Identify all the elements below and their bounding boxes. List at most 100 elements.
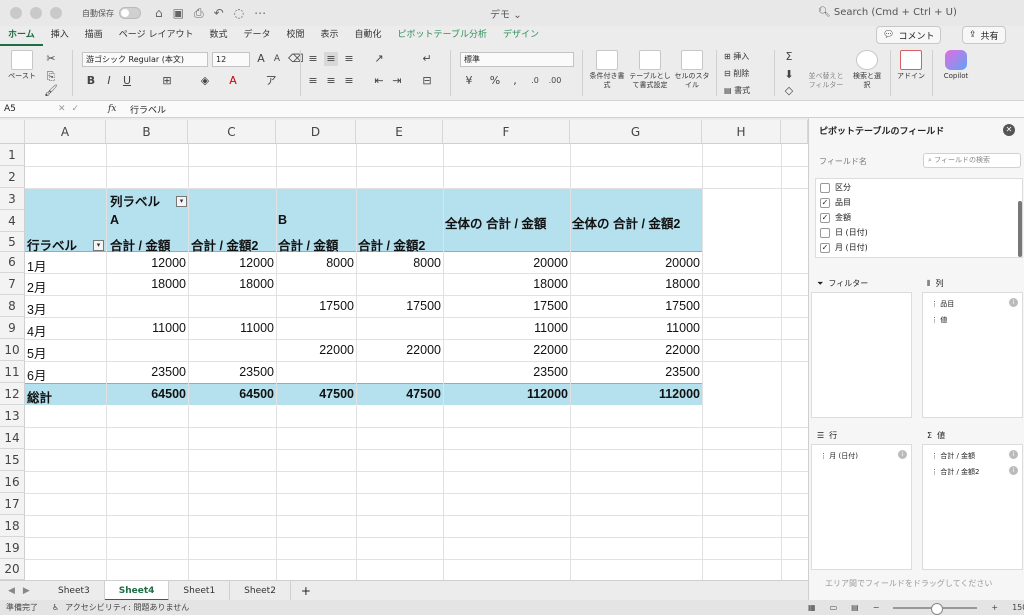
tab-automate[interactable]: 自動化 xyxy=(347,26,390,46)
find-select-button[interactable]: 検索と選択 xyxy=(850,50,884,90)
field-item[interactable]: ✓ 金額 xyxy=(820,212,851,223)
close-icon[interactable]: ✕ xyxy=(1003,124,1015,136)
zoom-level[interactable]: 150% xyxy=(1012,603,1024,612)
value-cell[interactable]: 22000 xyxy=(570,343,700,357)
confirm-icon[interactable]: ✓ xyxy=(72,104,80,114)
value-cell[interactable]: 22000 xyxy=(443,343,568,357)
comment-button[interactable]: 💬︎ コメント xyxy=(876,26,942,44)
value-cell[interactable]: 20000 xyxy=(443,256,568,270)
value-cell[interactable]: 17500 xyxy=(356,299,441,313)
format-painter-icon[interactable]: 🖌︎ xyxy=(44,84,58,98)
chevron-down-icon[interactable]: ⌄ xyxy=(513,10,521,21)
save-icon[interactable]: ▣ xyxy=(173,6,184,21)
values-chip[interactable]: ⋮ 合計 / 金額 xyxy=(931,451,975,461)
add-sheet-button[interactable]: + xyxy=(291,584,321,598)
share-button[interactable]: ⇪ 共有 xyxy=(962,26,1006,44)
fill-color-icon[interactable]: ◈ xyxy=(198,74,212,88)
page-layout-icon[interactable]: ▭ xyxy=(830,603,838,612)
filter-drop-area[interactable] xyxy=(811,292,912,418)
accounting-icon[interactable]: ¥ xyxy=(462,74,476,88)
value-cell[interactable]: 8000 xyxy=(356,256,441,270)
field-checkbox[interactable]: ✓ xyxy=(820,242,830,253)
field-item[interactable]: 区分 xyxy=(820,182,851,193)
wrap-text-icon[interactable]: ↵ xyxy=(420,52,434,66)
column-header-h[interactable]: H xyxy=(702,120,781,144)
value-cell[interactable]: 17500 xyxy=(276,299,354,313)
border-icon[interactable]: ⊞ xyxy=(160,74,174,88)
field-item[interactable]: 日 (日付) xyxy=(820,227,868,238)
number-format-select[interactable]: 標準 xyxy=(460,52,574,67)
columns-chip[interactable]: ⋮ 品目 xyxy=(931,299,954,309)
format-cells-button[interactable]: ▤ 書式 xyxy=(724,85,750,96)
accessibility-status[interactable]: アクセシビリティ: 問題ありません xyxy=(65,602,189,613)
addin-button[interactable]: アドイン xyxy=(896,50,926,81)
next-sheet-icon[interactable]: ▶ xyxy=(23,586,30,596)
decrease-font-icon[interactable]: A xyxy=(270,52,284,66)
row-filter-dropdown-icon[interactable]: ▾ xyxy=(93,240,104,251)
zoom-slider[interactable] xyxy=(893,602,978,615)
value-cell[interactable]: 11000 xyxy=(106,321,186,335)
row-label[interactable]: 3月 xyxy=(27,299,46,318)
row-header-8[interactable]: 8 xyxy=(0,295,25,317)
row-label[interactable]: 2月 xyxy=(27,277,46,296)
row-header-3[interactable]: 3 xyxy=(0,188,25,210)
tab-draw[interactable]: 描画 xyxy=(77,26,111,46)
tab-insert[interactable]: 挿入 xyxy=(43,26,77,46)
column-header-d[interactable]: D xyxy=(276,120,356,144)
row-header-4[interactable]: 4 xyxy=(0,210,25,232)
select-all-corner[interactable] xyxy=(0,120,25,144)
name-box[interactable]: A5 xyxy=(0,104,58,114)
home-icon[interactable]: ⌂ xyxy=(155,6,163,21)
field-checkbox[interactable]: ✓ xyxy=(820,197,830,208)
align-middle-icon[interactable]: ≡ xyxy=(324,52,338,66)
font-size-select[interactable]: 12 xyxy=(212,52,250,67)
increase-decimal-icon[interactable]: .0 xyxy=(528,74,542,88)
field-list-scrollbar[interactable] xyxy=(1018,201,1022,257)
sheet-tab-sheet4[interactable]: Sheet4 xyxy=(104,580,170,601)
value-cell[interactable]: 12000 xyxy=(188,256,274,270)
value-cell[interactable]: 22000 xyxy=(356,343,441,357)
comma-icon[interactable]: , xyxy=(508,74,522,88)
conditional-format-button[interactable]: 条件付き書式 xyxy=(588,50,626,90)
value-cell[interactable]: 18000 xyxy=(106,277,186,291)
copy-icon[interactable]: ⎘ xyxy=(44,70,58,84)
tab-design[interactable]: デザイン xyxy=(495,26,547,46)
pivot-row-labels[interactable]: 行ラベル xyxy=(27,235,77,254)
row-header-7[interactable]: 7 xyxy=(0,273,25,295)
tab-review[interactable]: 校閲 xyxy=(278,26,312,46)
clear-icon[interactable]: ◇ xyxy=(782,84,796,98)
prev-sheet-icon[interactable]: ◀ xyxy=(8,586,15,596)
field-item[interactable]: ✓ 月 (日付) xyxy=(820,242,868,253)
sheet-tab-sheet3[interactable]: Sheet3 xyxy=(44,580,105,601)
row-header-9[interactable]: 9 xyxy=(0,317,25,339)
underline-icon[interactable]: U xyxy=(120,74,134,88)
accessibility-icon[interactable]: ♿︎ xyxy=(52,603,59,612)
merge-icon[interactable]: ⊟ xyxy=(420,74,434,88)
tab-formulas[interactable]: 数式 xyxy=(201,26,235,46)
columns-chip[interactable]: ⋮ 値 xyxy=(931,315,947,325)
print-icon[interactable]: ⎙ xyxy=(194,6,204,21)
copilot-button[interactable]: Copilot xyxy=(938,50,974,81)
row-header-1[interactable]: 1 xyxy=(0,144,25,166)
cancel-icon[interactable]: ✕ xyxy=(58,104,66,114)
column-header-a[interactable]: A xyxy=(25,120,106,144)
row-header-16[interactable]: 16 xyxy=(0,471,25,493)
value-cell[interactable]: 23500 xyxy=(106,365,186,379)
tab-page-layout[interactable]: ページ レイアウト xyxy=(111,26,202,46)
sheet-tab-sheet2[interactable]: Sheet2 xyxy=(230,580,291,601)
total-cell[interactable]: 112000 xyxy=(443,387,568,401)
zoom-window-button[interactable] xyxy=(50,7,62,19)
total-cell[interactable]: 64500 xyxy=(188,387,274,401)
rows-drop-area[interactable]: ⋮ 月 (日付) i xyxy=(811,444,912,570)
outdent-icon[interactable]: ⇥ xyxy=(390,74,404,88)
zoom-in-icon[interactable]: + xyxy=(991,603,998,612)
row-header-19[interactable]: 19 xyxy=(0,537,25,559)
field-checkbox[interactable] xyxy=(820,227,830,238)
row-header-6[interactable]: 6 xyxy=(0,252,25,273)
sheet-tab-sheet1[interactable]: Sheet1 xyxy=(169,580,231,601)
rows-chip[interactable]: ⋮ 月 (日付) xyxy=(820,451,858,461)
page-break-icon[interactable]: ▤ xyxy=(851,603,859,612)
search-box[interactable]: 🔍︎ Search (Cmd + Ctrl + U) xyxy=(818,7,957,18)
column-header-e[interactable]: E xyxy=(356,120,443,144)
minimize-window-button[interactable] xyxy=(30,7,42,19)
